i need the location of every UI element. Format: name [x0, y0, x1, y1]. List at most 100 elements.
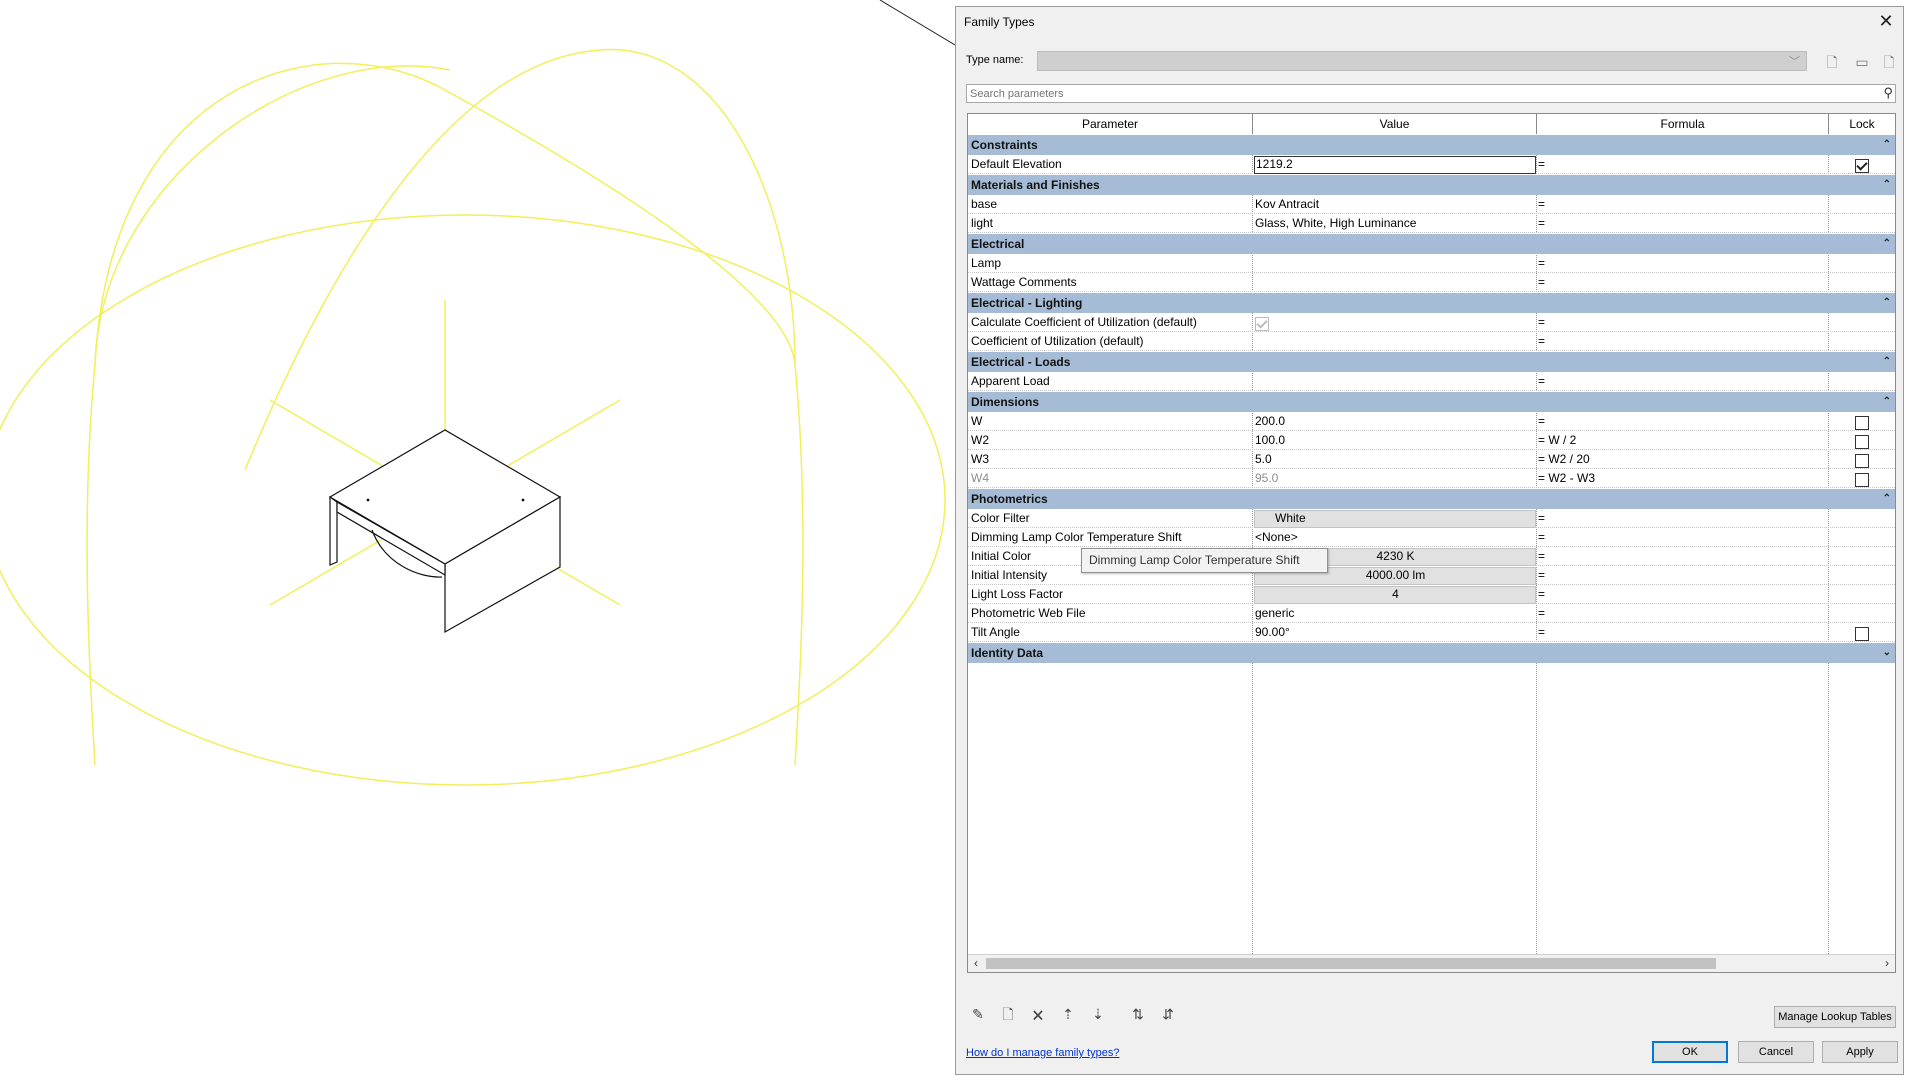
parameter-formula[interactable]: =	[1538, 254, 1828, 272]
parameter-row[interactable]: W 200.0 =	[968, 412, 1895, 431]
lock-checkbox[interactable]	[1855, 158, 1869, 173]
dialog-title-bar[interactable]: Family Types ✕	[956, 7, 1903, 37]
parameter-formula[interactable]: = W / 2	[1538, 431, 1828, 449]
parameter-value[interactable]: 90.00°	[1254, 623, 1537, 641]
parameter-formula[interactable]: =	[1538, 372, 1828, 390]
close-icon[interactable]: ✕	[1875, 11, 1897, 33]
search-field[interactable]: ⚲	[966, 84, 1896, 103]
scrollbar-thumb[interactable]	[986, 958, 1716, 969]
collapse-icon[interactable]: ⌃	[1883, 352, 1891, 372]
sort-ascending-icon[interactable]: ⇅	[1126, 1003, 1150, 1025]
cancel-button[interactable]: Cancel	[1738, 1041, 1814, 1063]
rename-type-icon[interactable]: ▭	[1851, 52, 1873, 72]
parameter-value[interactable]: 4	[1254, 586, 1536, 604]
calculate-cu-checkbox[interactable]	[1255, 316, 1269, 331]
parameter-formula[interactable]: =	[1538, 585, 1828, 603]
parameter-value[interactable]: 200.0	[1254, 412, 1537, 430]
parameter-row[interactable]: Default Elevation 1219.2 =	[968, 155, 1895, 174]
type-name-dropdown[interactable]: ﹀	[1037, 51, 1807, 71]
collapse-icon[interactable]: ⌃	[1883, 175, 1891, 195]
parameter-value[interactable]: Glass, White, High Luminance	[1254, 214, 1537, 232]
parameter-value[interactable]: White	[1254, 510, 1536, 528]
parameter-value[interactable]: 95.0	[1254, 469, 1537, 487]
move-up-icon[interactable]: ⇡	[1056, 1003, 1080, 1025]
search-input[interactable]	[967, 85, 1853, 103]
parameter-formula[interactable]: =	[1538, 509, 1828, 527]
parameter-value[interactable]	[1254, 273, 1537, 291]
parameter-row[interactable]: Calculate Coefficient of Utilization (de…	[968, 313, 1895, 332]
parameter-row[interactable]: base Kov Antracit =	[968, 195, 1895, 214]
parameter-formula[interactable]: =	[1538, 155, 1828, 173]
lock-checkbox[interactable]	[1855, 415, 1869, 430]
manage-lookup-tables-button[interactable]: Manage Lookup Tables	[1774, 1006, 1896, 1028]
apply-button[interactable]: Apply	[1822, 1041, 1898, 1063]
parameter-formula[interactable]: =	[1538, 623, 1828, 641]
parameter-row[interactable]: Photometric Web File generic =	[968, 604, 1895, 623]
scroll-right-icon[interactable]: ›	[1879, 955, 1895, 972]
lock-checkbox[interactable]	[1855, 472, 1869, 487]
search-icon[interactable]: ⚲	[1883, 85, 1893, 101]
parameter-value[interactable]: <None>	[1254, 528, 1537, 546]
column-header-formula[interactable]: Formula	[1537, 114, 1829, 134]
parameter-value[interactable]	[1254, 254, 1537, 272]
move-down-icon[interactable]: ⇣	[1086, 1003, 1110, 1025]
lock-checkbox[interactable]	[1855, 626, 1869, 641]
parameter-row[interactable]: W4 95.0 = W2 - W3	[968, 469, 1895, 488]
edit-parameter-icon[interactable]: ✎	[966, 1003, 990, 1025]
parameter-formula[interactable]: =	[1538, 566, 1828, 584]
parameter-value[interactable]: 1219.2	[1254, 156, 1536, 174]
parameter-formula[interactable]: =	[1538, 273, 1828, 291]
new-parameter-icon[interactable]: 🗋	[996, 1003, 1020, 1025]
parameter-value[interactable]	[1254, 313, 1537, 331]
column-header-lock[interactable]: Lock	[1829, 114, 1895, 134]
lock-checkbox[interactable]	[1855, 434, 1869, 449]
sort-descending-icon[interactable]: ⇵	[1156, 1003, 1180, 1025]
group-header[interactable]: Photometrics ⌃	[968, 488, 1895, 509]
group-header[interactable]: Electrical - Lighting ⌃	[968, 292, 1895, 313]
parameter-formula[interactable]: =	[1538, 604, 1828, 622]
collapse-icon[interactable]: ⌃	[1883, 392, 1891, 412]
parameter-value[interactable]	[1254, 332, 1537, 350]
group-header[interactable]: Electrical ⌃	[968, 233, 1895, 254]
parameter-row[interactable]: Color Filter White =	[968, 509, 1895, 528]
parameter-formula[interactable]: =	[1538, 332, 1828, 350]
parameter-formula[interactable]: =	[1538, 547, 1828, 565]
parameter-formula[interactable]: = W2 - W3	[1538, 469, 1828, 487]
parameter-formula[interactable]: =	[1538, 313, 1828, 331]
scroll-left-icon[interactable]: ‹	[968, 955, 984, 972]
group-header[interactable]: Constraints ⌃	[968, 134, 1895, 155]
new-type-icon[interactable]: 🗋	[1821, 52, 1843, 72]
parameter-row[interactable]: Lamp =	[968, 254, 1895, 273]
parameter-formula[interactable]: =	[1538, 195, 1828, 213]
parameter-value[interactable]: Kov Antracit	[1254, 195, 1537, 213]
parameter-row[interactable]: W3 5.0 = W2 / 20	[968, 450, 1895, 469]
parameter-row[interactable]: Apparent Load =	[968, 372, 1895, 391]
ok-button[interactable]: OK	[1652, 1041, 1728, 1063]
horizontal-scrollbar[interactable]: ‹ ›	[968, 954, 1895, 972]
delete-parameter-icon[interactable]: 🗙	[1026, 1003, 1050, 1025]
collapse-icon[interactable]: ⌃	[1883, 293, 1891, 313]
column-header-parameter[interactable]: Parameter	[968, 114, 1253, 134]
parameter-row[interactable]: W2 100.0 = W / 2	[968, 431, 1895, 450]
parameter-value[interactable]: generic	[1254, 604, 1537, 622]
group-header[interactable]: Dimensions ⌃	[968, 391, 1895, 412]
collapse-icon[interactable]: ⌃	[1883, 234, 1891, 254]
group-header[interactable]: Materials and Finishes ⌃	[968, 174, 1895, 195]
column-header-value[interactable]: Value	[1253, 114, 1537, 134]
collapse-icon[interactable]: ⌃	[1883, 135, 1891, 155]
group-header[interactable]: Identity Data ⌄	[968, 642, 1895, 663]
parameter-formula[interactable]: =	[1538, 528, 1828, 546]
parameter-row[interactable]: Light Loss Factor 4 =	[968, 585, 1895, 604]
parameter-value[interactable]: 100.0	[1254, 431, 1537, 449]
parameter-row[interactable]: Wattage Comments =	[968, 273, 1895, 292]
parameter-row[interactable]: Tilt Angle 90.00° =	[968, 623, 1895, 642]
parameter-row[interactable]: light Glass, White, High Luminance =	[968, 214, 1895, 233]
3d-viewport[interactable]	[0, 0, 955, 1080]
collapse-icon[interactable]: ⌃	[1883, 489, 1891, 509]
parameter-formula[interactable]: =	[1538, 214, 1828, 232]
parameter-value[interactable]: 5.0	[1254, 450, 1537, 468]
group-header[interactable]: Electrical - Loads ⌃	[968, 351, 1895, 372]
parameter-formula[interactable]: =	[1538, 412, 1828, 430]
help-link[interactable]: How do I manage family types?	[966, 1047, 1119, 1059]
delete-type-icon[interactable]: 🗋	[1878, 52, 1900, 72]
